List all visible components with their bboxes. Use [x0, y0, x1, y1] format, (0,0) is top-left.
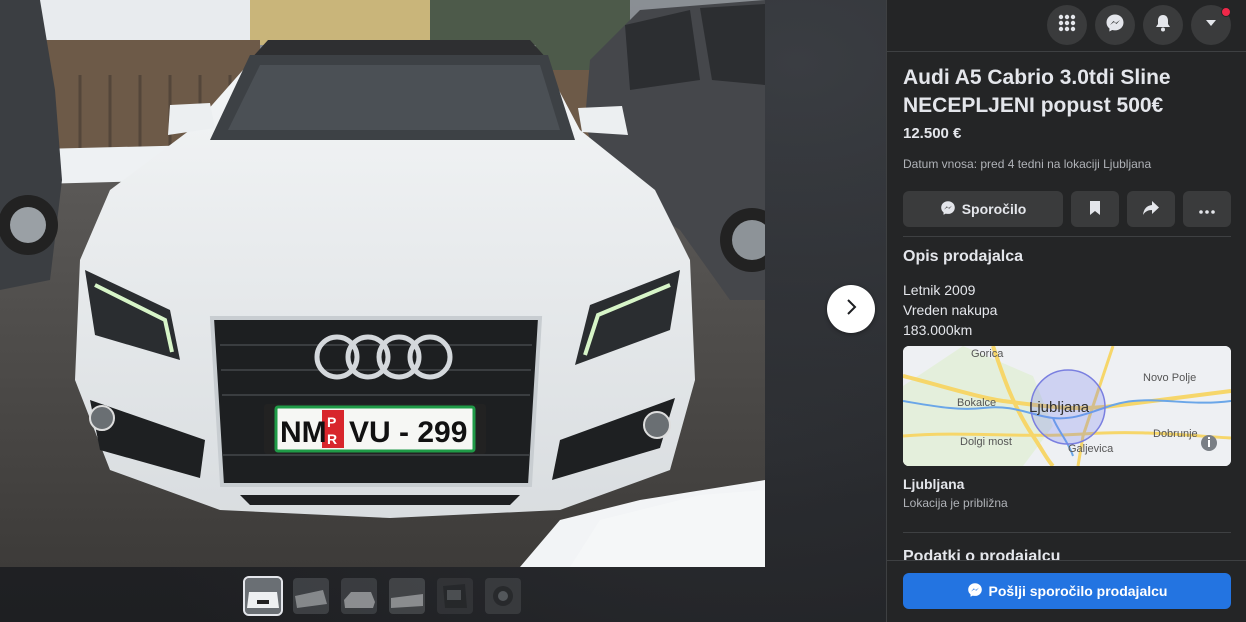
listing-actions: Sporočilo [903, 191, 1231, 227]
caret-down-icon [1204, 16, 1218, 35]
plate-badge-top: P [327, 414, 336, 430]
description-line: Letnik 2009 [903, 282, 976, 298]
contact-seller-bar: Pošlji sporočilo prodajalcu [887, 560, 1246, 622]
chevron-right-icon [841, 297, 861, 322]
menu-button[interactable] [1047, 5, 1087, 45]
map-place-label: Bokalce [957, 397, 997, 409]
section-divider [903, 532, 1231, 533]
grid-menu-icon [1057, 13, 1077, 38]
listing-photo[interactable]: NM P R VU - 299 [0, 0, 765, 567]
share-button[interactable] [1127, 191, 1175, 227]
plate-badge-bottom: R [327, 431, 337, 447]
map-place-label: Gorica [971, 348, 1004, 360]
notifications-button[interactable] [1143, 5, 1183, 45]
seller-description: Letnik 2009 Vreden nakupa 183.000km [903, 280, 997, 340]
media-viewer: NM P R VU - 299 [0, 0, 886, 622]
account-menu-button[interactable] [1191, 5, 1231, 45]
description-heading: Opis prodajalca [903, 248, 1024, 265]
location-map[interactable]: Gorica Novo Polje Bokalce Dobrunje Dolgi… [903, 346, 1231, 466]
photo-thumbnail[interactable] [293, 578, 329, 614]
more-options-button[interactable] [1183, 191, 1231, 227]
description-line: 183.000km [903, 322, 973, 338]
photo-thumbnail[interactable] [341, 578, 377, 614]
marketplace-item-viewer: NM P R VU - 299 Audi A5 Cabrio 3.0tdi Sl… [0, 0, 1246, 622]
section-divider [903, 236, 1231, 237]
messenger-icon [1105, 13, 1125, 38]
photo-thumbnail[interactable] [437, 578, 473, 614]
photo-thumbnail[interactable] [485, 578, 521, 614]
map-city-label: Ljubljana [1029, 399, 1090, 416]
share-icon [1142, 200, 1160, 219]
send-message-label: Pošlji sporočilo prodajalcu [988, 583, 1168, 599]
bookmark-icon [1088, 200, 1102, 219]
listing-details-panel: Audi A5 Cabrio 3.0tdi Sline NECEPLJENI p… [886, 0, 1246, 622]
map-place-label: Dolgi most [960, 436, 1012, 448]
info-icon[interactable] [1201, 435, 1217, 451]
top-navigation-bar [887, 0, 1246, 52]
plate-right-text: VU - 299 [349, 416, 467, 449]
messenger-icon [940, 200, 956, 219]
map-place-label: Dobrunje [1153, 428, 1198, 440]
location-name: Ljubljana [903, 476, 965, 492]
description-line: Vreden nakupa [903, 302, 998, 318]
map-place-label: Galjevica [1068, 443, 1114, 455]
photo-thumbnail-strip [0, 567, 886, 622]
photo-thumbnail[interactable] [389, 578, 425, 614]
listing-header: Audi A5 Cabrio 3.0tdi Sline NECEPLJENI p… [903, 64, 1231, 172]
listing-price: 12.500 € [903, 125, 962, 142]
listing-posted-info: Datum vnosa: pred 4 tedni na lokaciji Lj… [903, 157, 1152, 171]
messenger-button[interactable] [1095, 5, 1135, 45]
save-button[interactable] [1071, 191, 1119, 227]
next-photo-button[interactable] [827, 285, 875, 333]
location-approximate-note: Lokacija je približna [903, 496, 1008, 510]
map-place-label: Novo Polje [1143, 372, 1197, 384]
listing-title: Audi A5 Cabrio 3.0tdi Sline NECEPLJENI p… [903, 66, 1171, 117]
photo-thumbnail[interactable] [243, 576, 283, 616]
send-message-to-seller-button[interactable]: Pošlji sporočilo prodajalcu [903, 573, 1231, 609]
message-button-label: Sporočilo [961, 201, 1027, 217]
more-icon [1199, 201, 1215, 217]
plate-left-text: NM [280, 416, 327, 449]
messenger-icon [967, 582, 983, 601]
bell-icon [1153, 13, 1173, 38]
notification-dot [1221, 7, 1231, 17]
message-button[interactable]: Sporočilo [903, 191, 1063, 227]
